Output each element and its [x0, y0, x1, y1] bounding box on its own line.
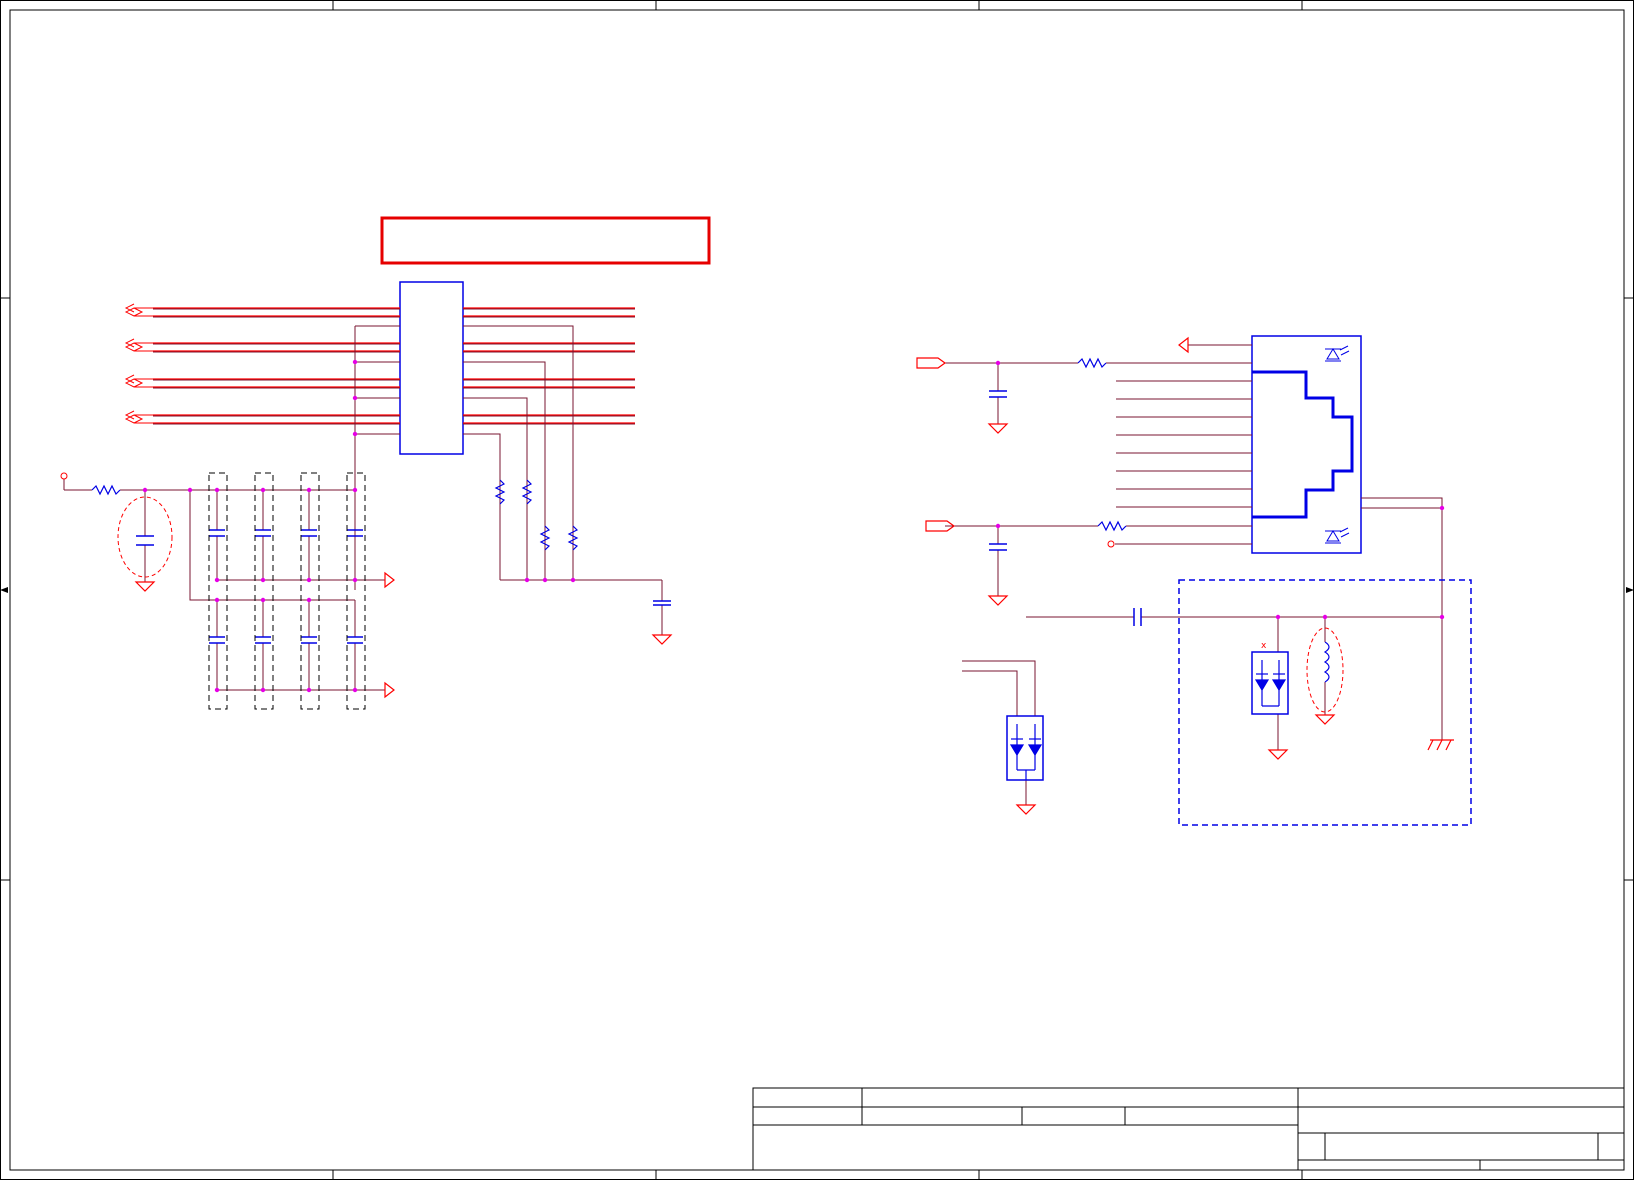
- port-pair-3: [124, 378, 153, 388]
- led-series-resistors: [1077, 357, 1127, 532]
- transformer-right-wires: [463, 308, 663, 635]
- termination-capacitor: [653, 600, 671, 606]
- bulk-capacitor: [136, 535, 154, 546]
- chassis-flag: [1178, 336, 1189, 354]
- ground: [651, 634, 673, 645]
- transformer-right-nets: [463, 307, 635, 424]
- sheet-frame: [0, 0, 1634, 1180]
- power-input-wires: [63, 479, 385, 691]
- port-pair-4: [124, 414, 153, 424]
- led-net-flag: [916, 357, 947, 369]
- ground: [987, 423, 1336, 815]
- chassis-ground: [1427, 739, 1454, 751]
- transformer-left-nets: [153, 307, 400, 424]
- decoupling-capacitors: [209, 529, 363, 644]
- power-input-terminal: [60, 472, 68, 480]
- title-block: [752, 1087, 1625, 1171]
- schematic-sheet: x: [0, 0, 1634, 1180]
- decoupling-cap-bank: [216, 490, 356, 690]
- cap-placement-groups: [208, 472, 366, 710]
- transformer-module: [399, 281, 464, 455]
- test-point: [1107, 540, 1115, 548]
- rj45-pin-wires: [945, 344, 1443, 805]
- rj45-connector: [1251, 335, 1362, 554]
- led-filter-caps: [989, 390, 1142, 626]
- rj45-jack-outline: [1252, 370, 1354, 519]
- ground-flags: [384, 571, 395, 699]
- inductor: [1323, 641, 1330, 683]
- no-connect-mark: x: [1261, 641, 1267, 651]
- differential-port-connectors: [124, 303, 153, 424]
- highlight-note-box: [380, 216, 711, 265]
- center-arrows: [0, 587, 1634, 593]
- status-led: [1325, 345, 1350, 544]
- tvs-diodes: [1009, 724, 1043, 780]
- port-pair-2: [124, 342, 153, 352]
- ground: [134, 581, 156, 592]
- power-filter-resistor: [91, 484, 121, 496]
- resistor: [494, 479, 579, 551]
- tvs-diodes: [1254, 660, 1287, 707]
- port-pair-1: [124, 307, 153, 317]
